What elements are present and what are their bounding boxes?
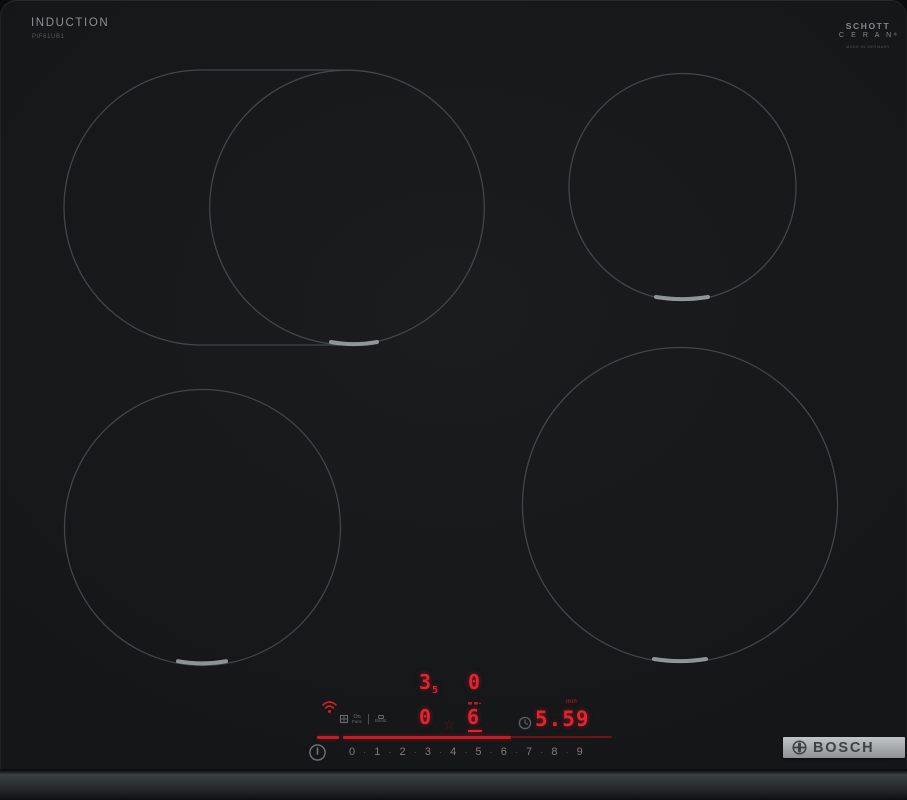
slider-level-3[interactable]: 3: [422, 746, 434, 758]
combi-zone-stadium-outline: [64, 70, 340, 345]
slider-separator: ·: [434, 747, 447, 757]
slider-level-8[interactable]: 8: [548, 746, 560, 758]
slider-level-1[interactable]: 1: [371, 746, 383, 758]
model-number: PIF61UB1: [32, 34, 64, 40]
rear-right-marker-tick: [656, 297, 708, 299]
bosch-wordmark: BOSCH: [813, 740, 874, 756]
function-keys-area[interactable]: On Func | Boost: [340, 713, 386, 725]
schott-wordmark: SCHOTT: [838, 21, 898, 31]
on-func-key[interactable]: On Func: [352, 714, 362, 725]
slider-separator: ·: [459, 747, 472, 757]
combi-zone-marker-tick: [331, 342, 377, 344]
slider-separator: ·: [409, 747, 422, 757]
slider-separator: ·: [510, 747, 523, 757]
front-right-zone-outline: [523, 348, 838, 663]
front-left-zone-outline: [65, 390, 341, 666]
combi-zone-circle-outline: [210, 70, 485, 345]
slider-separator: ·: [535, 747, 548, 757]
front-right-zone-display: 6: [467, 707, 479, 727]
slider-level-5[interactable]: 5: [472, 746, 484, 758]
slider-track-inactive[interactable]: [511, 736, 612, 738]
ceran-wordmark: C E R A N: [839, 32, 894, 39]
selected-zone-underline: [468, 730, 482, 732]
registered-mark: ®: [894, 32, 897, 37]
slider-level-7[interactable]: 7: [523, 746, 535, 758]
slider-level-6[interactable]: 6: [498, 746, 510, 758]
induction-label: INDUCTION: [31, 17, 109, 29]
slider-level-0[interactable]: 0: [346, 746, 358, 758]
rear-right-zone-display: 0: [468, 672, 480, 692]
slider-level-4[interactable]: 4: [447, 746, 459, 758]
divider-bar: |: [367, 713, 370, 725]
slider-separator: ·: [484, 747, 497, 757]
slider-track-active[interactable]: [343, 736, 511, 739]
rear-right-zone-outline: [569, 74, 796, 301]
slider-separator: ·: [560, 747, 573, 757]
pan-grid-icon: [340, 715, 348, 723]
bosch-anchor-icon: [792, 740, 807, 755]
slider-level-2[interactable]: 2: [397, 746, 409, 758]
front-right-marker-tick: [654, 659, 706, 661]
front-left-zone-display: 0: [419, 707, 431, 727]
schott-ceran-logo: SCHOTT C E R A N® MADE IN GERMANY: [838, 21, 898, 49]
cooktop-glass-surface: INDUCTION PIF61UB1 SCHOTT C E R A N® MAD…: [0, 0, 907, 769]
slider-level-9[interactable]: 9: [574, 746, 586, 758]
timer-unit-label: min: [566, 699, 577, 705]
slider-separator: ·: [383, 747, 396, 757]
boost-key[interactable]: Boost: [375, 715, 387, 724]
cooking-zones-graphic: [0, 0, 907, 769]
slider-separator: ·: [358, 747, 371, 757]
half-step-digit: 5: [432, 685, 438, 696]
front-left-marker-tick: [178, 661, 226, 663]
cooktop-front-edge: [0, 769, 907, 800]
schott-subtext: MADE IN GERMANY: [838, 44, 898, 49]
slider-track-zero-segment: [317, 736, 339, 739]
bosch-badge: BOSCH: [783, 737, 905, 758]
clock-icon[interactable]: [518, 716, 532, 730]
level-slider-numbers[interactable]: 0·1·2·3·4·5·6·7·8·9: [346, 746, 586, 758]
power-icon[interactable]: [308, 743, 327, 762]
wifi-icon: [321, 700, 338, 714]
rear-left-zone-display: 35: [419, 672, 437, 692]
timer-display: 5.59: [535, 709, 590, 730]
favorite-star-icon[interactable]: ☆: [443, 716, 456, 733]
